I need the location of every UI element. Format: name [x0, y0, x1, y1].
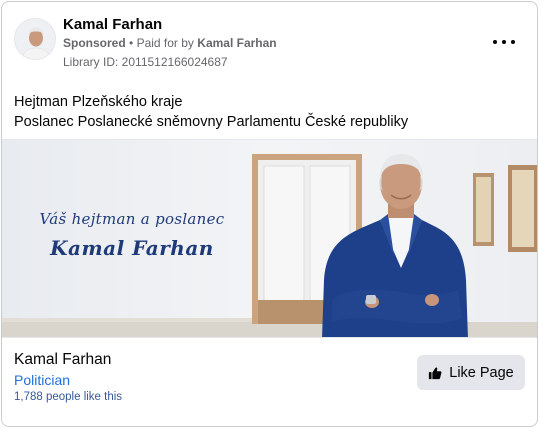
- footer-page-name[interactable]: Kamal Farhan: [14, 351, 111, 369]
- body-line-2: Poslanec Poslanecké sněmovny Parlamentu …: [14, 114, 409, 130]
- more-options-button[interactable]: [493, 32, 515, 52]
- ad-card: Kamal Farhan Sponsored • Paid for by Kam…: [1, 1, 538, 427]
- body-line-1: Hejtman Plzeňského kraje: [14, 94, 183, 110]
- page-likes-count[interactable]: 1,788 people like this: [14, 391, 122, 403]
- page-avatar[interactable]: [14, 18, 56, 60]
- library-id: Library ID: 2011512166024687: [63, 55, 228, 69]
- paid-for-label: Paid for by: [136, 36, 194, 50]
- ad-header: Kamal Farhan Sponsored • Paid for by Kam…: [2, 2, 537, 80]
- thumbs-up-icon: [429, 366, 442, 379]
- page-category-link[interactable]: Politician: [14, 372, 70, 388]
- more-horizontal-icon: [493, 40, 497, 44]
- sponsored-label: Sponsored: [63, 36, 126, 50]
- ad-creative-image[interactable]: Váš hejtman a poslanec Kamal Farhan: [2, 139, 537, 338]
- like-page-button[interactable]: Like Page: [417, 355, 525, 390]
- more-horizontal-icon: [502, 40, 506, 44]
- ad-footer: Kamal Farhan Politician 1,788 people lik…: [2, 339, 537, 426]
- ad-body-text: Hejtman Plzeňského kraje Poslanec Poslan…: [14, 92, 408, 132]
- more-horizontal-icon: [511, 40, 515, 44]
- like-page-label: Like Page: [449, 364, 514, 381]
- payer-name: Kamal Farhan: [197, 36, 277, 50]
- creative-name: Kamal Farhan: [50, 236, 214, 260]
- meta-separator: •: [129, 36, 134, 50]
- creative-headline: Váš hejtman a poslanec Kamal Farhan: [32, 210, 232, 260]
- creative-tagline: Váš hejtman a poslanec: [39, 210, 225, 228]
- avatar-portrait: [15, 19, 55, 59]
- page-name[interactable]: Kamal Farhan: [63, 16, 162, 33]
- sponsorship-line: Sponsored • Paid for by Kamal Farhan: [63, 36, 277, 50]
